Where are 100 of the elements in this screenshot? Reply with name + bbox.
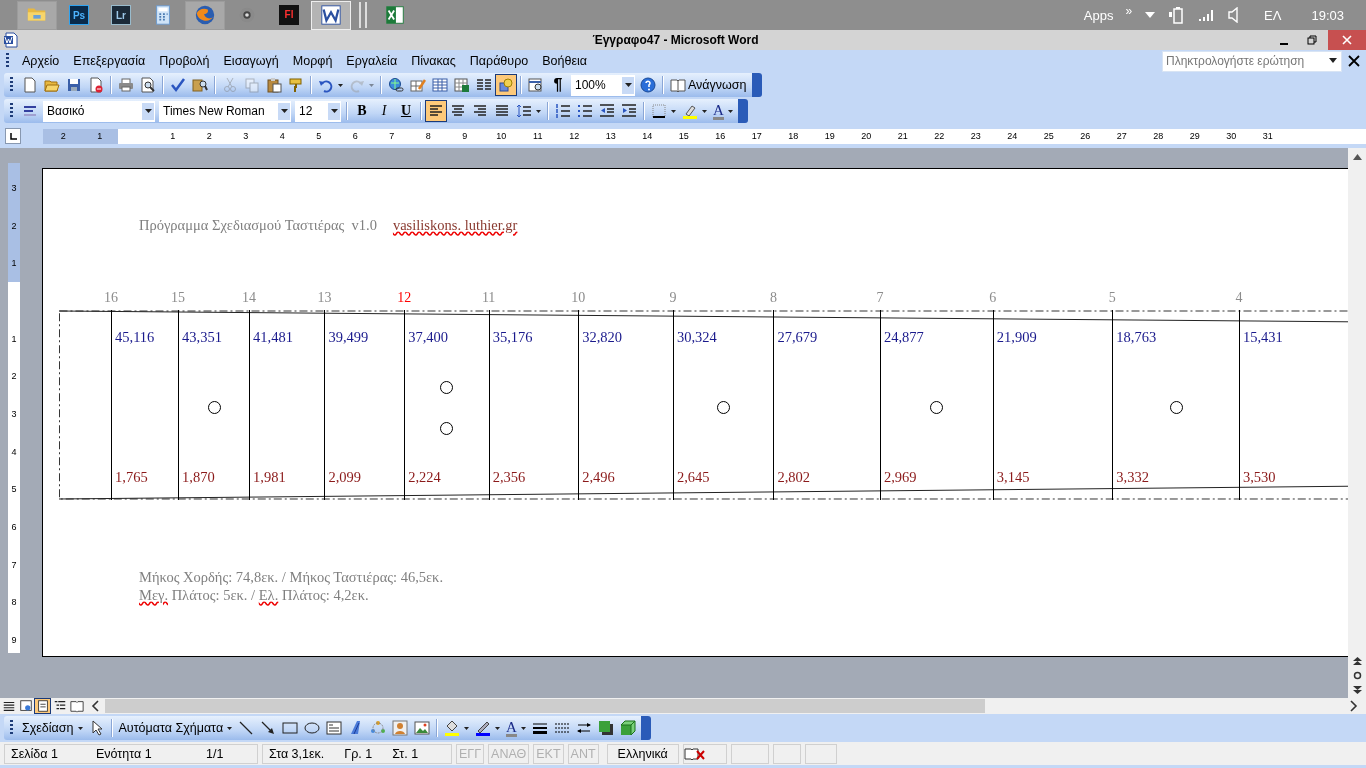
caret-icon[interactable] — [520, 726, 526, 730]
close-icon[interactable] — [1348, 55, 1360, 67]
caret-icon[interactable] — [495, 726, 501, 730]
zoom-box[interactable]: 100% — [571, 74, 635, 96]
caret-icon[interactable] — [702, 109, 707, 113]
tab-selector[interactable] — [5, 128, 21, 144]
menu-item[interactable]: Μορφή — [285, 54, 340, 68]
numbering-icon — [555, 103, 571, 119]
italic-button[interactable]: I — [373, 100, 395, 122]
fret-number: 4 — [1235, 290, 1243, 306]
formatting-marks-button[interactable]: ¶ — [547, 74, 569, 96]
menu-item[interactable]: Αρχείο — [15, 54, 67, 68]
previous-page-icon[interactable] — [1352, 657, 1362, 665]
styles-icon — [22, 103, 38, 119]
dropdown-arrow-icon[interactable] — [1329, 58, 1337, 64]
toolbar-options-button[interactable] — [737, 99, 748, 123]
scroll-right-icon[interactable] — [1348, 700, 1358, 712]
menu-item[interactable]: Πίνακας — [404, 54, 463, 68]
dropdown-arrow-icon[interactable] — [624, 82, 632, 88]
fret-position: 15,431 — [1242, 329, 1284, 346]
scroll-up-icon[interactable] — [1352, 154, 1362, 160]
next-page-icon[interactable] — [1352, 686, 1362, 694]
align-center-icon — [450, 103, 466, 119]
caret-icon[interactable] — [464, 726, 470, 730]
underline-button[interactable]: U — [395, 100, 417, 122]
read-button[interactable]: Ανάγνωση — [667, 74, 750, 96]
font-color-button[interactable]: A — [503, 717, 529, 739]
browse-object-icon[interactable] — [1352, 671, 1362, 680]
document-icon — [320, 4, 342, 26]
menu-item[interactable]: Προβολή — [152, 54, 217, 68]
arrow-icon — [260, 720, 277, 736]
photoshop-taskbar-button[interactable]: Ps — [59, 0, 99, 30]
lightroom-taskbar-button[interactable]: Lr — [101, 0, 141, 30]
scroll-left-icon[interactable] — [91, 700, 101, 712]
caret-icon[interactable] — [727, 109, 733, 113]
menu-item[interactable]: Βοήθεια — [535, 54, 594, 68]
caret-icon[interactable] — [227, 726, 233, 730]
font-color-button[interactable]: A — [710, 100, 736, 122]
fret-position: 37,400 — [408, 329, 449, 346]
document-icon[interactable] — [3, 32, 19, 48]
permission-icon — [88, 77, 104, 93]
ruler-number: 2 — [11, 219, 17, 233]
size-box[interactable]: 12 — [295, 100, 341, 122]
help-button[interactable] — [637, 74, 659, 96]
language-status[interactable]: Ελληνικά — [606, 743, 679, 764]
web-view-button[interactable] — [17, 698, 34, 714]
new-icon — [22, 77, 38, 93]
bold-button[interactable]: B — [351, 100, 373, 122]
font-box[interactable]: Times New Roman — [159, 100, 291, 122]
fret-number: 8 — [770, 290, 777, 306]
research-icon — [192, 77, 208, 93]
ruler-number: 5 — [315, 131, 323, 141]
menu-item[interactable]: Εργαλεία — [339, 54, 405, 68]
align-left-icon — [428, 103, 444, 119]
drawing-icon — [498, 77, 514, 93]
ruler-number: 7 — [11, 558, 17, 572]
caret-icon[interactable] — [77, 726, 83, 730]
word-taskbar-button[interactable] — [311, 0, 351, 30]
autoshapes-button[interactable]: Αυτόματα Σχήματα — [115, 717, 236, 739]
ruler-number: 31 — [1261, 131, 1274, 141]
caret-icon[interactable] — [536, 109, 541, 113]
fret-position: 32,820 — [582, 329, 623, 346]
caret-icon[interactable] — [671, 109, 676, 113]
spelling-status-icon[interactable] — [683, 746, 706, 761]
website-link[interactable]: vasiliskons. luthier.gr — [392, 217, 518, 233]
reading-view-button[interactable] — [68, 698, 85, 714]
speaker-icon[interactable] — [1228, 7, 1241, 23]
ruler-number: 6 — [11, 521, 17, 535]
close-button[interactable] — [1328, 30, 1366, 50]
menu-item[interactable]: Εισαγωγή — [216, 54, 286, 68]
vertical-scrollbar[interactable] — [1348, 148, 1366, 698]
ruler-number: 28 — [1152, 131, 1165, 141]
increase-indent-icon — [621, 103, 637, 119]
draw-menu-button[interactable]: Σχεδίαση — [19, 717, 86, 739]
browser-taskbar-button[interactable] — [185, 0, 225, 30]
toolbar-options-button[interactable] — [751, 73, 762, 97]
window-title: Έγγραφο47 - Microsoft Word — [591, 33, 760, 47]
drawing-button[interactable] — [495, 74, 517, 96]
fret-position: 24,877 — [883, 329, 925, 346]
menu-item[interactable]: Παράθυρο — [462, 54, 536, 68]
flash-taskbar-button[interactable]: Fl — [269, 0, 309, 30]
fret-number: 15 — [171, 290, 186, 306]
copy-icon — [244, 77, 260, 93]
cut-icon — [222, 77, 238, 93]
fret-position: 27,679 — [777, 329, 819, 346]
horizontal-ruler[interactable]: 2 1 1 2 3 4 5 6 7 8 9 10 11 12 13 14 15 16 17 18 19 20 21 22 23 24 25 26 27 28 29 30 31 — [43, 128, 1366, 144]
caret-icon[interactable] — [338, 83, 343, 87]
dropdown-arrow-icon[interactable] — [144, 108, 152, 114]
restore-icon — [1307, 35, 1317, 45]
align-left-button[interactable] — [425, 100, 447, 122]
vertical-ruler[interactable]: 3 2 1 1 2 3 4 5 6 7 8 9 — [8, 163, 20, 653]
style-box[interactable]: Βασικό — [43, 100, 155, 122]
help-search-field[interactable]: Πληκτρολογήστε ερώτηση — [1162, 50, 1342, 72]
toolbar-options-button[interactable] — [640, 716, 651, 740]
menu-item[interactable]: Επεξεργασία — [66, 54, 153, 68]
ruler-number: 24 — [1006, 131, 1019, 141]
dropdown-arrow-icon[interactable] — [280, 108, 288, 114]
dropdown-arrow-icon[interactable] — [330, 108, 338, 114]
print-view-button[interactable] — [34, 698, 51, 714]
text-box-icon — [326, 720, 343, 736]
